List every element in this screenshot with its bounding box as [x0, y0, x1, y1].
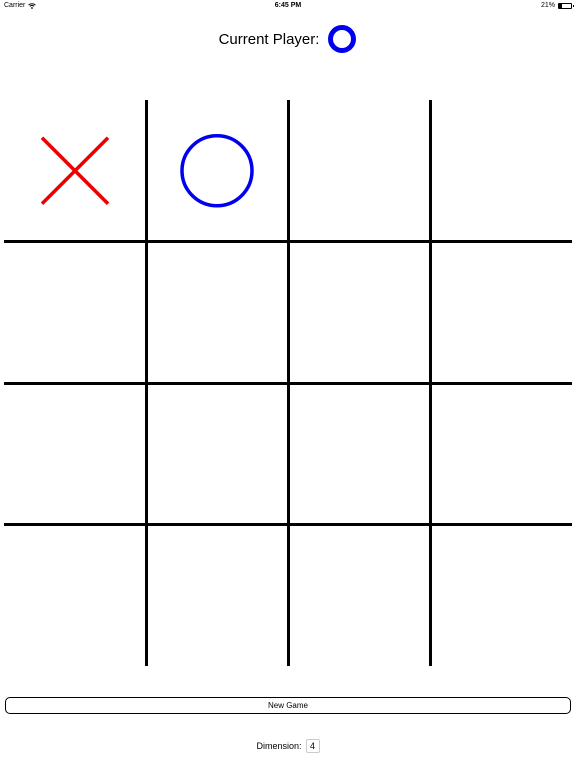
board-cell-r1-c1[interactable] [4, 100, 146, 242]
battery-indicator: 21% [540, 2, 574, 9]
board-cell-r2-c3[interactable] [288, 242, 430, 384]
board-cell-r1-c2[interactable] [146, 100, 288, 242]
board-cell-r2-c4[interactable] [430, 242, 572, 384]
o-mark-icon [180, 134, 254, 208]
current-player-label: Current Player: [218, 30, 320, 48]
status-bar: Carrier 6:45 PM 21% [0, 0, 576, 12]
game-board [4, 100, 572, 666]
board-cell-r3-c1[interactable] [4, 383, 146, 525]
board-cell-r4-c4[interactable] [430, 525, 572, 667]
x-mark-icon [40, 136, 110, 205]
o-player-icon [328, 25, 357, 53]
board-cell-r3-c4[interactable] [430, 383, 572, 525]
board-cell-r4-c2[interactable] [146, 525, 288, 667]
dimension-control: Dimension: [0, 739, 576, 753]
new-game-button[interactable]: New Game [5, 697, 571, 714]
board-cell-r4-c3[interactable] [288, 525, 430, 667]
current-player-display: Current Player: [0, 24, 576, 54]
board-cell-r3-c3[interactable] [288, 383, 430, 525]
dimension-input[interactable] [305, 739, 320, 753]
board-cell-r4-c1[interactable] [4, 525, 146, 667]
dimension-label: Dimension: [256, 741, 302, 751]
board-cell-r2-c1[interactable] [4, 242, 146, 384]
battery-percent: 21% [540, 2, 555, 9]
board-cell-r2-c2[interactable] [146, 242, 288, 384]
board-cell-r1-c4[interactable] [430, 100, 572, 242]
grid-line-vertical [428, 100, 432, 666]
grid-line-horizontal [4, 381, 572, 385]
grid-line-horizontal [4, 523, 572, 526]
board-cell-r3-c2[interactable] [146, 383, 288, 525]
board-cell-r1-c3[interactable] [288, 100, 430, 242]
clock: 6:45 PM [274, 2, 302, 9]
battery-icon [558, 2, 574, 9]
